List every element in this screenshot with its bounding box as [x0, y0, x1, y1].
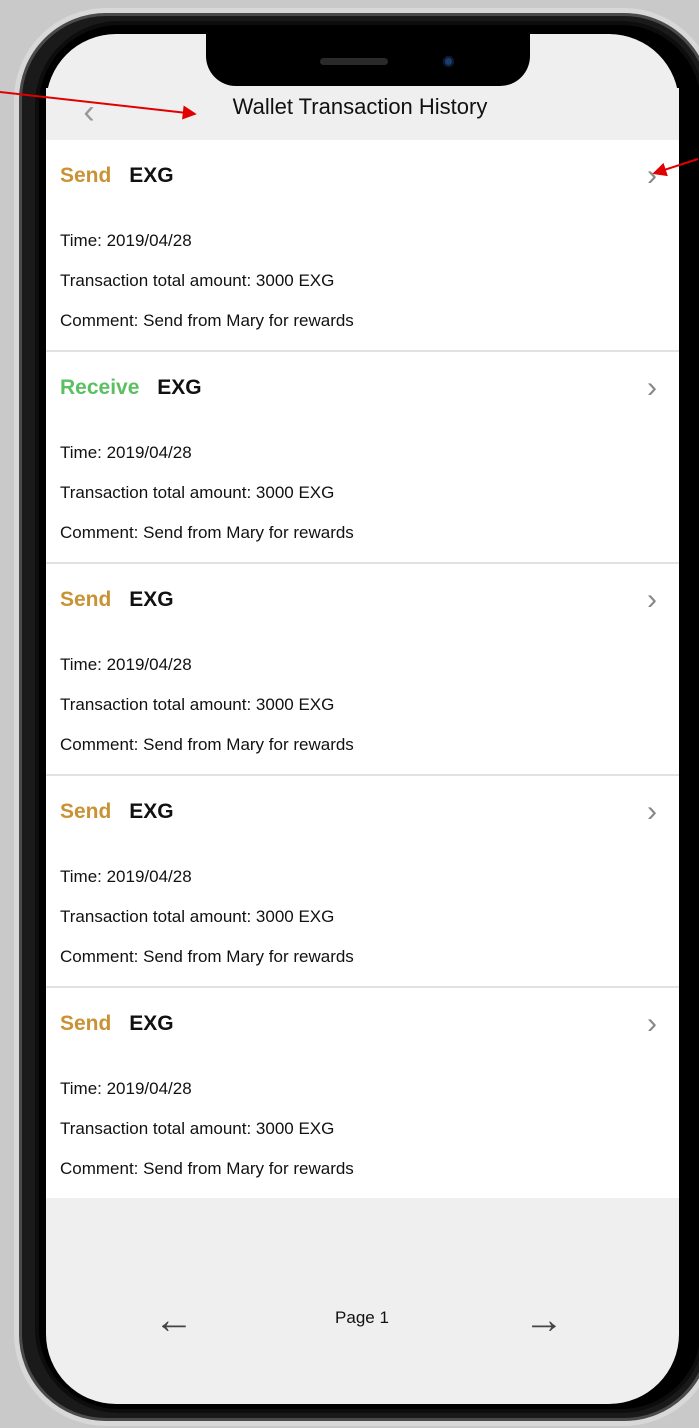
pagination-bar: ← Page 1 →: [46, 1290, 679, 1350]
transaction-amount: Transaction total amount: 3000 EXG: [60, 1119, 335, 1138]
transaction-heading: Send EXG: [60, 1012, 174, 1036]
transaction-amount: Transaction total amount: 3000 EXG: [60, 271, 335, 290]
transaction-amount: Transaction total amount: 3000 EXG: [60, 695, 335, 714]
transaction-type: Receive: [60, 376, 140, 399]
transaction-time: Time: 2019/04/28: [60, 231, 192, 250]
transaction-comment: Comment: Send from Mary for rewards: [60, 947, 354, 966]
arrow-right-icon[interactable]: →: [524, 1290, 564, 1350]
chevron-left-icon[interactable]: ‹: [74, 92, 104, 132]
chevron-right-icon[interactable]: ›: [647, 370, 657, 406]
transaction-coin: EXG: [157, 376, 202, 399]
transaction-time: Time: 2019/04/28: [60, 655, 192, 674]
transaction-time: Time: 2019/04/28: [60, 1079, 192, 1098]
page-indicator: Page 1: [335, 1308, 389, 1327]
transaction-heading: Send EXG: [60, 800, 174, 824]
transaction-type: Send: [60, 800, 112, 823]
transaction-heading: Send EXG: [60, 588, 174, 612]
transaction-card[interactable]: Receive EXG › Time: 2019/04/28 Transacti…: [46, 352, 679, 564]
arrow-left-icon[interactable]: ←: [154, 1290, 194, 1350]
transaction-coin: EXG: [129, 800, 174, 823]
chevron-right-icon[interactable]: ›: [647, 1006, 657, 1042]
transaction-comment: Comment: Send from Mary for rewards: [60, 311, 354, 330]
chevron-right-icon[interactable]: ›: [647, 794, 657, 830]
transaction-amount: Transaction total amount: 3000 EXG: [60, 907, 335, 926]
transaction-card[interactable]: Send EXG › Time: 2019/04/28 Transaction …: [46, 776, 679, 988]
transaction-heading: Send EXG: [60, 164, 174, 188]
page-title: Wallet Transaction History: [232, 94, 488, 119]
transaction-amount: Transaction total amount: 3000 EXG: [60, 483, 335, 502]
front-camera: [443, 56, 454, 67]
transaction-card[interactable]: Send EXG › Time: 2019/04/28 Transaction …: [46, 564, 679, 776]
transaction-time: Time: 2019/04/28: [60, 867, 192, 886]
transaction-coin: EXG: [129, 588, 174, 611]
transaction-coin: EXG: [129, 1012, 174, 1035]
transaction-type: Send: [60, 164, 112, 187]
transaction-type: Send: [60, 588, 112, 611]
chevron-right-icon[interactable]: ›: [647, 582, 657, 618]
transaction-heading: Receive EXG: [60, 376, 202, 400]
transaction-comment: Comment: Send from Mary for rewards: [60, 523, 354, 542]
transaction-card[interactable]: Send EXG › Time: 2019/04/28 Transaction …: [46, 988, 679, 1198]
speaker-grille: [320, 58, 388, 65]
transaction-comment: Comment: Send from Mary for rewards: [60, 735, 354, 754]
transaction-comment: Comment: Send from Mary for rewards: [60, 1159, 354, 1178]
transaction-card[interactable]: Send EXG › Time: 2019/04/28 Transaction …: [46, 140, 679, 352]
transaction-list: Send EXG › Time: 2019/04/28 Transaction …: [46, 140, 679, 1198]
transaction-coin: EXG: [129, 164, 174, 187]
transaction-type: Send: [60, 1012, 112, 1035]
transaction-time: Time: 2019/04/28: [60, 443, 192, 462]
